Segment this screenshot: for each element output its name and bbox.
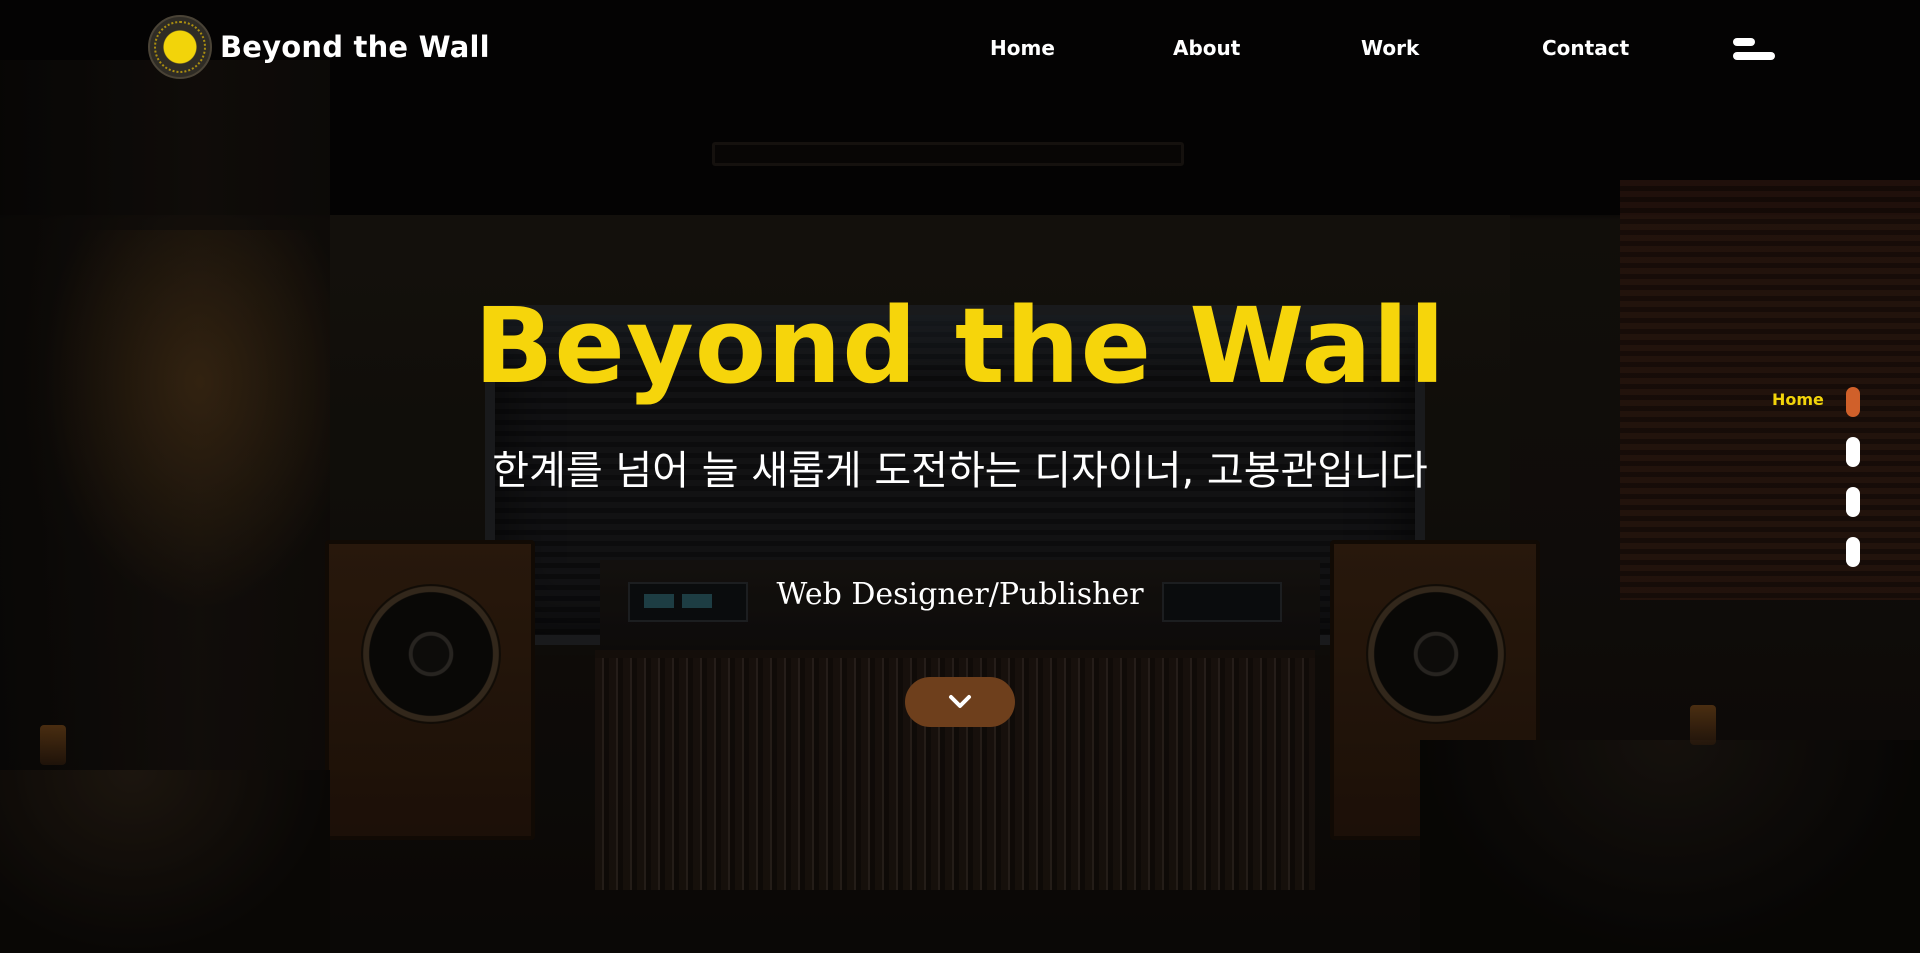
scroll-down-button[interactable] xyxy=(905,677,1015,727)
logo-link[interactable]: Beyond the Wall xyxy=(148,15,490,79)
pagination-dot-home[interactable] xyxy=(1846,387,1860,417)
brand-name: Beyond the Wall xyxy=(220,30,490,64)
hamburger-menu-icon[interactable] xyxy=(1733,36,1777,64)
chevron-down-icon xyxy=(949,695,971,708)
hero-title: Beyond the Wall xyxy=(474,285,1446,407)
hero-subtitle: 한계를 넘어 늘 새롭게 도전하는 디자이너, 고봉관입니다 xyxy=(492,448,1428,494)
vinyl-record-icon xyxy=(148,15,212,79)
menu-bar-short xyxy=(1733,38,1755,46)
nav-contact[interactable]: Contact xyxy=(1542,36,1629,60)
pagination-dot-contact[interactable] xyxy=(1846,537,1860,567)
nav-about[interactable]: About xyxy=(1173,36,1240,60)
menu-bar-long xyxy=(1733,52,1775,60)
nav-work[interactable]: Work xyxy=(1361,36,1419,60)
site-header: Beyond the Wall Home About Work Contact xyxy=(0,0,1920,96)
nav-home[interactable]: Home xyxy=(990,36,1055,60)
pagination-active-label: Home xyxy=(1772,390,1824,409)
hero-section: Beyond the Wall Home About Work Contact … xyxy=(0,0,1920,953)
logo-ring xyxy=(154,21,206,73)
pagination-dot-work[interactable] xyxy=(1846,487,1860,517)
hero-role: Web Designer/Publisher xyxy=(776,577,1144,612)
pagination-dot-about[interactable] xyxy=(1846,437,1860,467)
